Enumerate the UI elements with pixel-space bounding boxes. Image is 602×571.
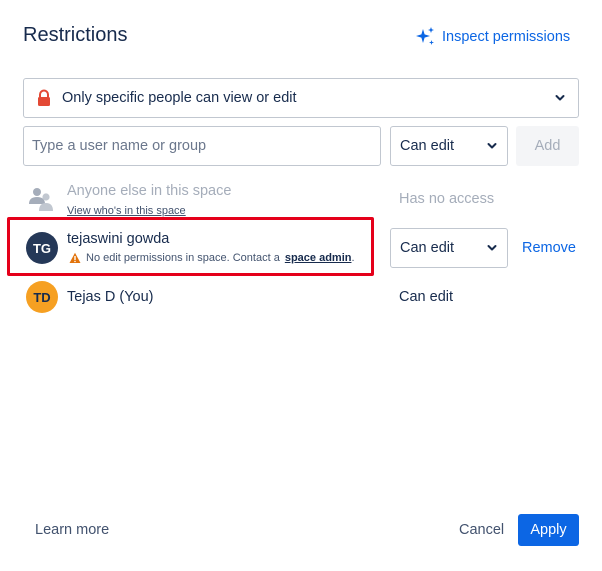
chevron-down-icon bbox=[487, 245, 497, 251]
avatar: TD bbox=[26, 281, 58, 313]
new-user-permission-select[interactable]: Can edit bbox=[390, 126, 508, 166]
user-permission-value: Can edit bbox=[400, 240, 455, 256]
restriction-level-select[interactable]: Only specific people can view or edit bbox=[23, 78, 579, 118]
remove-user-button[interactable]: Remove bbox=[522, 240, 576, 256]
inspect-permissions-button[interactable]: Inspect permissions bbox=[414, 26, 570, 48]
user-row: TD Tejas D (You) Can edit bbox=[23, 281, 579, 317]
user-name: Tejas D (You) bbox=[67, 289, 154, 305]
apply-button[interactable]: Apply bbox=[518, 514, 579, 546]
highlight-box bbox=[7, 217, 374, 276]
everyone-else-label: Anyone else in this space bbox=[67, 183, 232, 199]
everyone-access-text: Has no access bbox=[399, 191, 495, 207]
inspect-permissions-label: Inspect permissions bbox=[442, 29, 571, 45]
cancel-button[interactable]: Cancel bbox=[459, 522, 504, 538]
group-icon bbox=[29, 188, 53, 211]
chevron-down-icon bbox=[487, 143, 497, 149]
new-user-permission-value: Can edit bbox=[400, 138, 455, 154]
learn-more-link[interactable]: Learn more bbox=[35, 522, 109, 538]
view-space-members-link[interactable]: View who's in this space bbox=[67, 205, 186, 217]
add-button[interactable]: Add bbox=[516, 126, 579, 166]
user-access-text: Can edit bbox=[399, 289, 454, 305]
sparkle-icon bbox=[416, 27, 434, 45]
chevron-down-icon bbox=[555, 95, 565, 101]
user-search-input[interactable] bbox=[23, 126, 381, 166]
restriction-level-value: Only specific people can view or edit bbox=[62, 90, 297, 106]
dialog-header: Restrictions Inspect permissions bbox=[0, 0, 602, 72]
user-permission-select[interactable]: Can edit bbox=[390, 228, 508, 268]
everyone-else-row: Anyone else in this space View who's in … bbox=[23, 183, 579, 219]
dialog-title: Restrictions bbox=[23, 24, 128, 46]
lock-icon bbox=[38, 89, 50, 106]
